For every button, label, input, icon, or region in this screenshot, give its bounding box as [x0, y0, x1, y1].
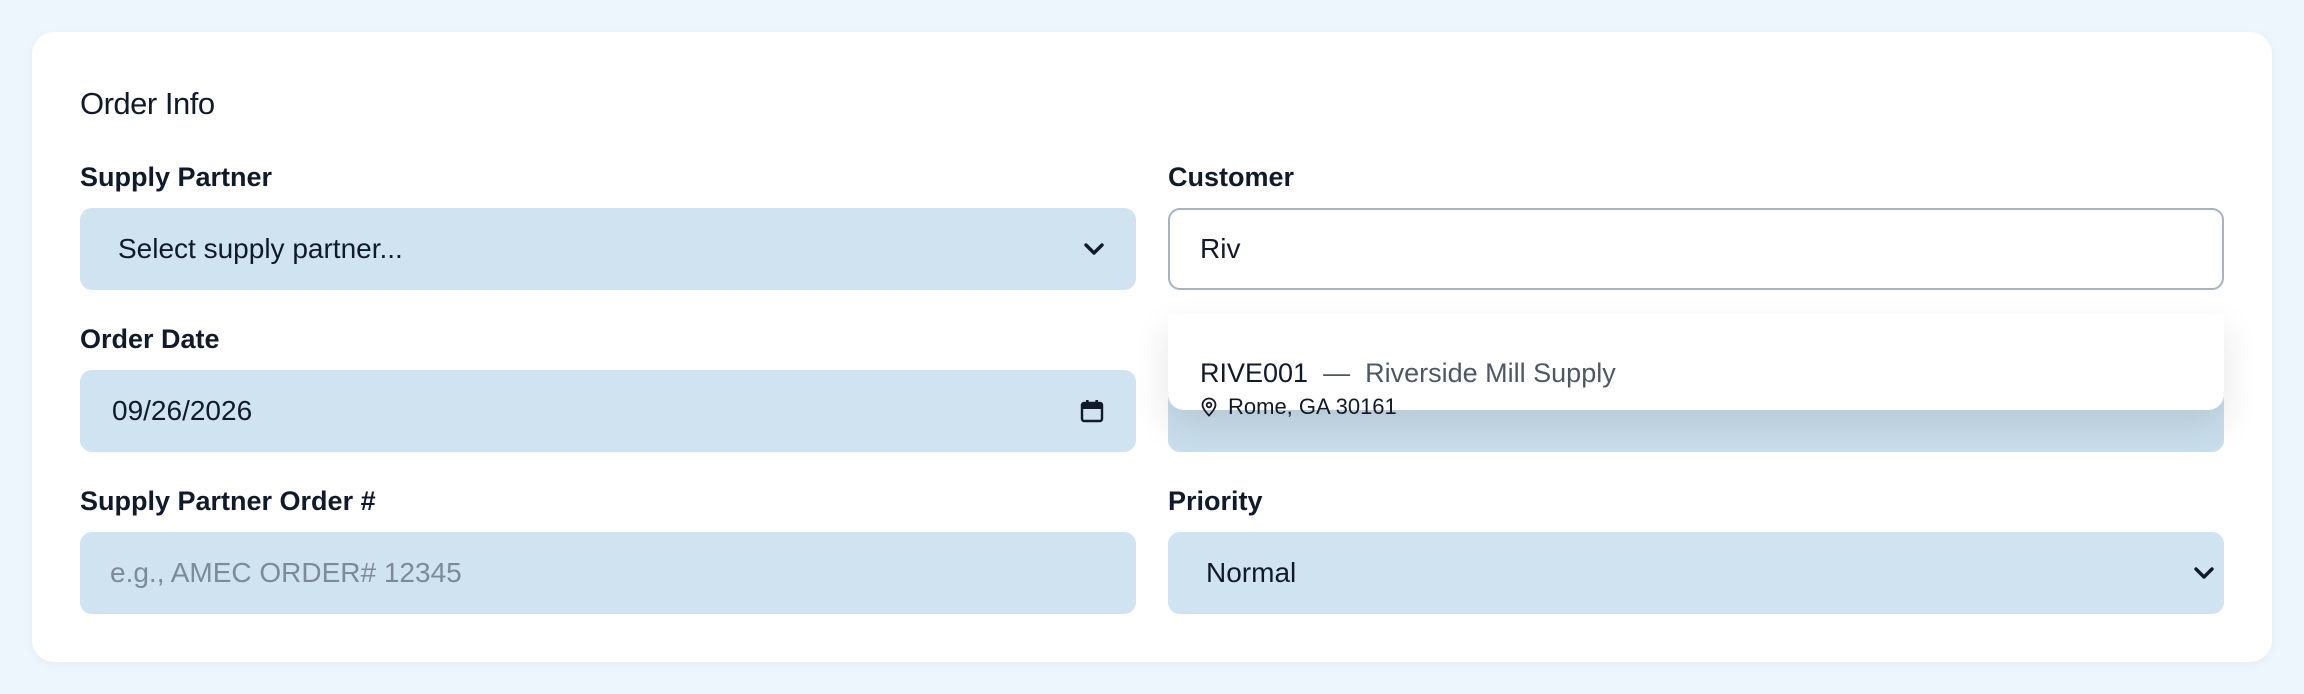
order-date-input[interactable]: 09/26/2026: [80, 370, 1136, 452]
chevron-down-icon: [2190, 559, 2218, 587]
suggestion-location-row: Rome, GA 30161: [1200, 394, 1397, 420]
calendar-icon[interactable]: [1078, 397, 1106, 425]
suggestion-location: Rome, GA 30161: [1228, 394, 1397, 419]
order-info-card: Order Info Supply Partner Select supply …: [32, 32, 2272, 662]
supply-partner-order-placeholder: e.g., AMEC ORDER# 12345: [110, 557, 462, 588]
suggestion-code: RIVE001: [1200, 358, 1309, 388]
map-pin-icon: [1200, 397, 1218, 417]
supply-partner-label: Supply Partner: [80, 162, 273, 192]
priority-label: Priority: [1168, 486, 1263, 516]
customer-suggestions-dropdown: RIVE001 — Riverside Mill Supply Rome, GA…: [1168, 314, 2224, 419]
suggestion-item[interactable]: RIVE001 — Riverside Mill Supply: [1200, 358, 1616, 389]
order-date-value: 09/26/2026: [112, 395, 253, 426]
supply-partner-order-label: Supply Partner Order #: [80, 486, 376, 516]
customer-label: Customer: [1168, 162, 1295, 192]
suggestion-separator: —: [1315, 358, 1358, 388]
order-date-label: Order Date: [80, 324, 220, 354]
supply-partner-order-input[interactable]: e.g., AMEC ORDER# 12345: [80, 532, 1136, 614]
priority-select[interactable]: Normal: [1168, 532, 2224, 614]
section-title: Order Info: [80, 86, 215, 121]
supply-partner-selected-value: Select supply partner...: [118, 233, 403, 264]
priority-selected-value: Normal: [1206, 557, 1297, 588]
customer-input[interactable]: Riv: [1168, 208, 2224, 290]
chevron-down-icon: [1080, 235, 1108, 263]
supply-partner-select[interactable]: Select supply partner...: [80, 208, 1136, 290]
customer-input-value: Riv: [1200, 233, 1241, 264]
suggestion-name: Riverside Mill Supply: [1365, 358, 1616, 388]
